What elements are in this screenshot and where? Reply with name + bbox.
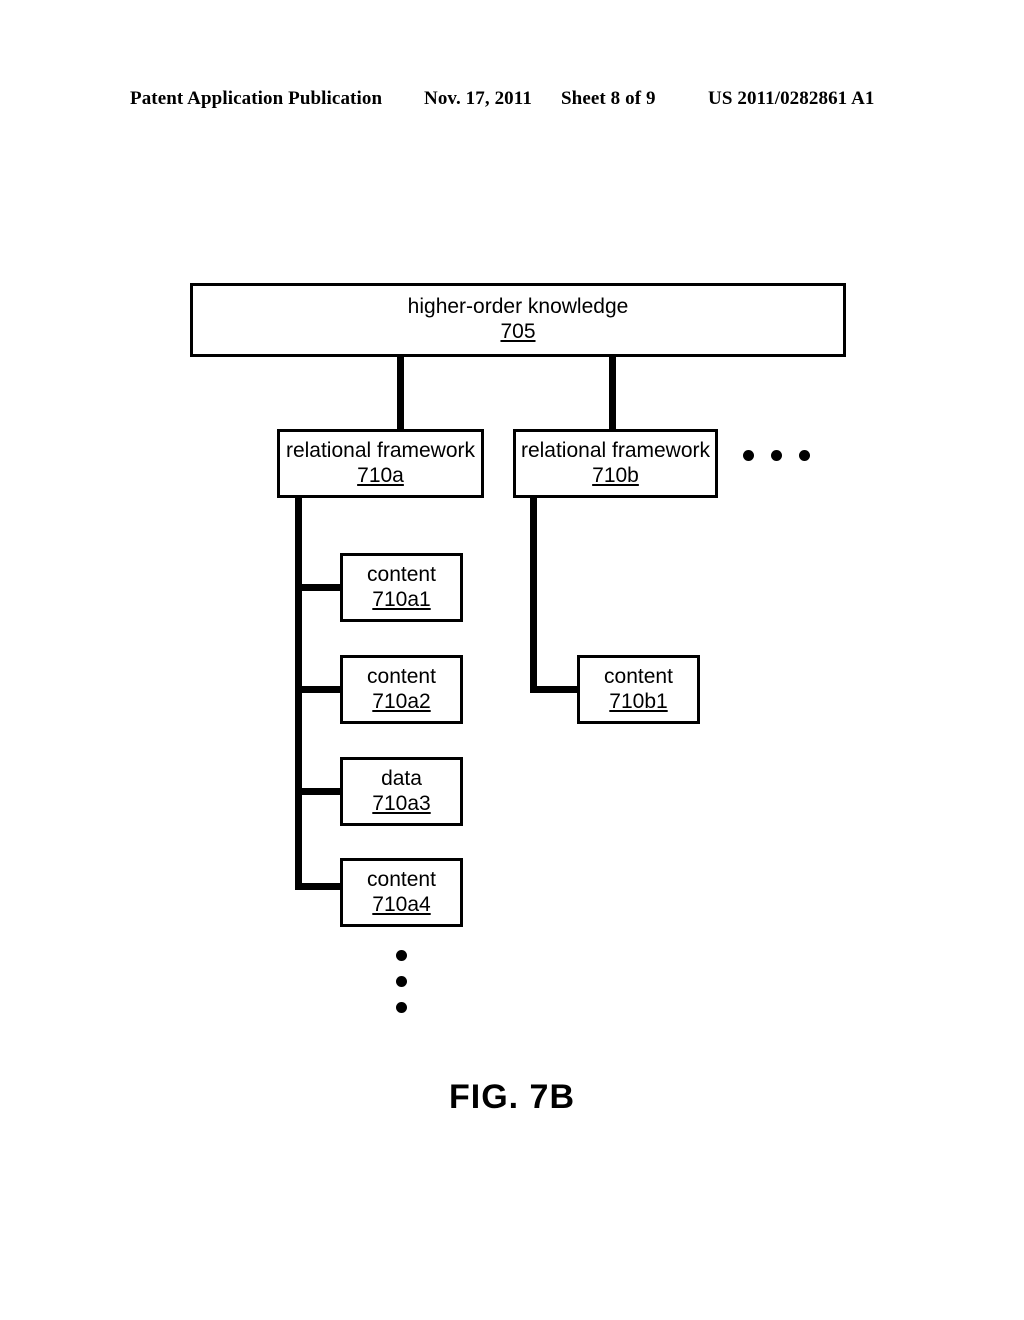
- node-710a2-title: content: [367, 664, 436, 688]
- vertical-ellipsis: [396, 950, 407, 1013]
- horizontal-ellipsis: [743, 450, 810, 461]
- node-higher-order-knowledge: higher-order knowledge 705: [190, 283, 846, 357]
- connector-root-to-framework-a: [397, 356, 404, 432]
- node-710a-ref: 710a: [357, 463, 404, 487]
- node-data-710a3: data 710a3: [340, 757, 463, 826]
- node-710a1-ref: 710a1: [372, 587, 431, 611]
- node-710b-title: relational framework: [520, 438, 711, 462]
- node-710a4-title: content: [367, 867, 436, 891]
- figure-caption: FIG. 7B: [448, 1078, 576, 1116]
- ellipsis-dot: [799, 450, 810, 461]
- node-content-710a4: content 710a4: [340, 858, 463, 927]
- connector-branch-710a3: [295, 788, 343, 795]
- node-710b1-ref: 710b1: [609, 689, 668, 713]
- connector-branch-710a4: [295, 883, 343, 890]
- ellipsis-dot: [396, 976, 407, 987]
- connector-trunk-framework-b: [530, 495, 537, 690]
- node-710a2-ref: 710a2: [372, 689, 431, 713]
- node-relational-framework-710a: relational framework 710a: [277, 429, 484, 498]
- connector-branch-710a1: [295, 584, 343, 591]
- node-710b-ref: 710b: [592, 463, 639, 487]
- node-705-title: higher-order knowledge: [407, 295, 629, 319]
- node-relational-framework-710b: relational framework 710b: [513, 429, 718, 498]
- node-710b1-title: content: [604, 664, 673, 688]
- node-710a3-ref: 710a3: [372, 791, 431, 815]
- connector-branch-710a2: [295, 686, 343, 693]
- node-710a3-title: data: [381, 766, 422, 790]
- ellipsis-dot: [396, 950, 407, 961]
- node-content-710b1: content 710b1: [577, 655, 700, 724]
- node-710a1-title: content: [367, 562, 436, 586]
- node-705-ref: 705: [500, 320, 536, 343]
- ellipsis-dot: [743, 450, 754, 461]
- node-content-710a2: content 710a2: [340, 655, 463, 724]
- ellipsis-dot: [396, 1002, 407, 1013]
- node-710a-title: relational framework: [285, 438, 476, 462]
- node-content-710a1: content 710a1: [340, 553, 463, 622]
- connector-branch-710b1: [530, 686, 580, 693]
- figure-7b-diagram: higher-order knowledge 705 relational fr…: [0, 0, 1024, 1320]
- ellipsis-dot: [771, 450, 782, 461]
- node-710a4-ref: 710a4: [372, 892, 431, 916]
- connector-root-to-framework-b: [609, 356, 616, 432]
